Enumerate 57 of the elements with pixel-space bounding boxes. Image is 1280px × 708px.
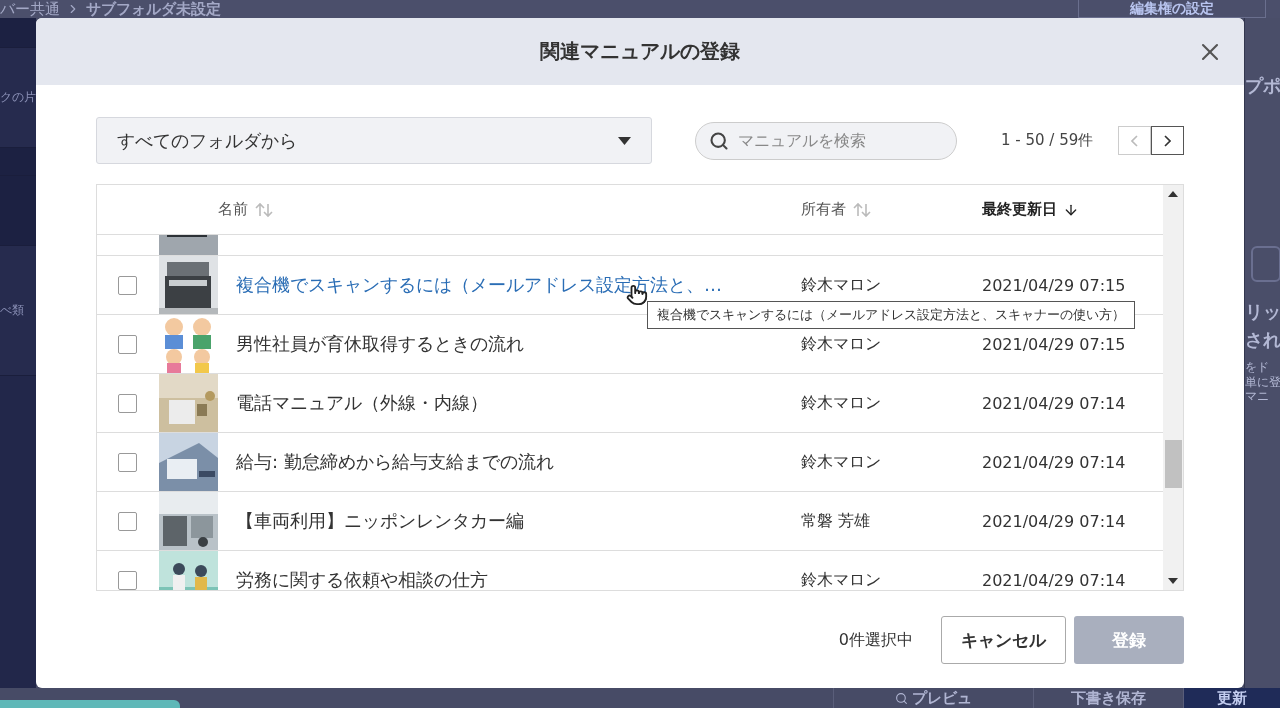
chevron-right-icon — [1164, 134, 1171, 147]
search-field[interactable]: マニュアルを検索 — [695, 121, 957, 160]
scrollbar[interactable] — [1163, 185, 1183, 590]
owner-cell-text: 鈴木マロン — [801, 569, 882, 590]
search-icon — [895, 691, 908, 705]
panel-text: マニ — [1245, 389, 1270, 403]
chevron-left-icon — [1131, 134, 1138, 147]
manual-title-link[interactable]: 労務に関する依頼や相談の仕方 — [218, 568, 801, 590]
dialog-title: 関連マニュアルの登録 — [540, 38, 740, 65]
date-cell-text: 2021/04/29 07:14 — [982, 393, 1127, 413]
row-checkbox[interactable] — [118, 334, 137, 354]
column-header[interactable]: 所有者 — [801, 200, 846, 219]
row-checkbox[interactable] — [118, 393, 137, 413]
panel-text: 単に登 — [1245, 375, 1280, 389]
folder-select[interactable]: すべてのフォルダから — [96, 117, 652, 164]
scroll-up-icon[interactable] — [1168, 191, 1178, 197]
owner-cell-text: 常磐 芳雄 — [801, 510, 872, 532]
panel-text: され — [1245, 329, 1280, 350]
search-icon — [709, 130, 729, 151]
selection-count: 0件選択中 — [838, 629, 913, 651]
breadcrumb-item: サブフォルダ未設定 — [86, 0, 221, 18]
date-cell-text: 2021/04/29 07:14 — [982, 570, 1127, 590]
manual-title-link[interactable]: 【車両利用】ニッポンレンタカー編 — [218, 509, 801, 533]
row-checkbox[interactable] — [118, 275, 137, 295]
manual-title-link[interactable]: 給与: 勤怠締めから給与支給までの流れ — [218, 450, 801, 474]
page-count: 1 - 50 / 59件 — [1001, 131, 1094, 150]
owner-cell-text: 鈴木マロン — [801, 274, 882, 296]
row-checkbox[interactable] — [118, 511, 137, 531]
caret-icon — [618, 136, 631, 145]
date-cell-text: 2021/04/29 07:15 — [982, 275, 1127, 295]
tooltip: 複合機でスキャンするには（メールアドレス設定方法と、スキャナーの使い方） — [647, 301, 1135, 329]
sort-icon[interactable] — [852, 201, 872, 218]
panel-text: をド — [1245, 361, 1270, 375]
sidebar-label: クの片 — [0, 89, 36, 106]
row-checkbox[interactable] — [118, 570, 137, 590]
column-header[interactable]: 名前 — [218, 200, 248, 219]
owner-cell-text: 鈴木マロン — [801, 451, 882, 473]
update-button[interactable]: 更新 — [1183, 688, 1280, 708]
manual-title-link[interactable]: 男性社員が育休取得するときの流れ — [218, 332, 801, 356]
date-cell-text: 2021/04/29 07:14 — [982, 511, 1127, 531]
column-header[interactable]: 最終更新日 — [982, 200, 1057, 219]
manual-title-link[interactable]: 電話マニュアル（外線・内線） — [218, 391, 801, 415]
sidebar-row[interactable]: クの片 — [0, 48, 36, 148]
scroll-down-icon[interactable] — [1168, 578, 1178, 584]
sidebar-row[interactable]: べ類 — [0, 246, 36, 376]
next-page-button[interactable] — [1151, 126, 1184, 155]
owner-cell-text: 鈴木マロン — [801, 333, 882, 355]
sort-icon[interactable] — [254, 201, 274, 218]
cancel-button[interactable]: キャンセル — [941, 616, 1066, 664]
panel-heading: プポ — [1245, 76, 1280, 96]
date-cell-text: 2021/04/29 07:14 — [982, 452, 1127, 472]
sidebar-label: べ類 — [0, 302, 24, 319]
scroll-thumb[interactable] — [1164, 440, 1182, 488]
date-cell-text: 2021/04/29 07:15 — [982, 334, 1127, 354]
panel-text: リッ — [1245, 301, 1280, 322]
row-checkbox[interactable] — [118, 452, 137, 472]
owner-cell-text: 鈴木マロン — [801, 392, 882, 414]
